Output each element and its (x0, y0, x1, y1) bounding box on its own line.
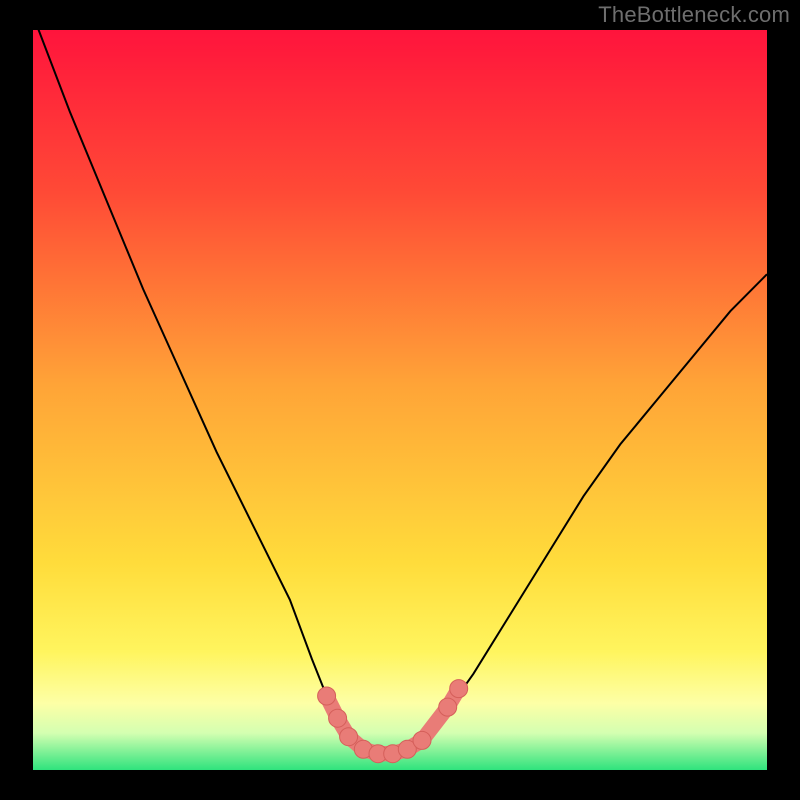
marker-point (413, 731, 431, 749)
chart-container: TheBottleneck.com (0, 0, 800, 800)
marker-point (329, 709, 347, 727)
marker-point (340, 728, 358, 746)
watermark: TheBottleneck.com (598, 2, 790, 28)
marker-point (439, 698, 457, 716)
marker-point (318, 687, 336, 705)
marker-point (450, 680, 468, 698)
plot-area (33, 30, 767, 770)
bottleneck-chart (33, 30, 767, 770)
